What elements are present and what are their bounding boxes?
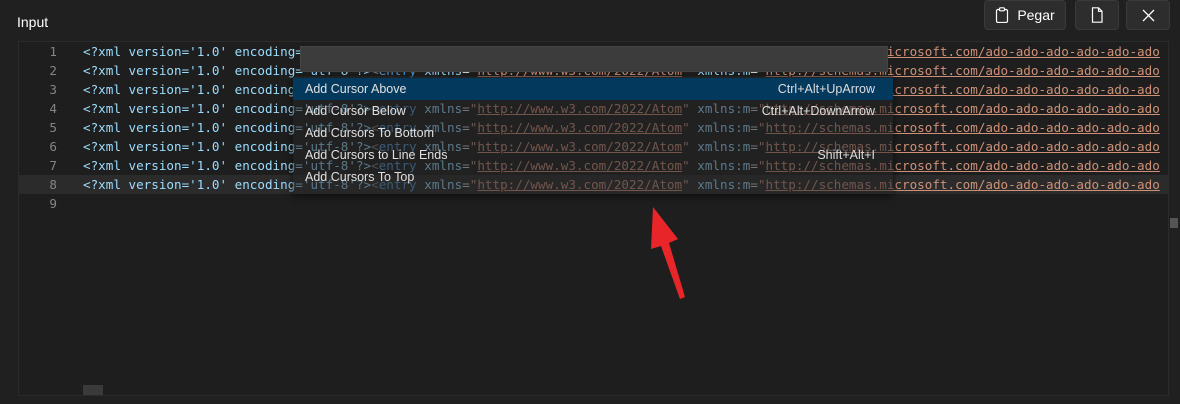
menu-item-add-cursor-above[interactable]: Add Cursor Above Ctrl+Alt+UpArrow	[293, 78, 893, 100]
file-icon	[1091, 7, 1103, 23]
horizontal-scrollbar-thumb[interactable]	[83, 385, 103, 395]
menu-item-add-cursors-to-top[interactable]: Add Cursors To Top	[293, 166, 893, 188]
menu-item-add-cursors-to-line-ends[interactable]: Add Cursors to Line Ends Shift+Alt+I	[293, 144, 893, 166]
menu-item-shortcut: Ctrl+Alt+UpArrow	[777, 82, 875, 96]
command-menu: Add Cursor Above Ctrl+Alt+UpArrow Add Cu…	[293, 76, 893, 194]
menu-item-add-cursors-to-bottom[interactable]: Add Cursors To Bottom	[293, 122, 893, 144]
menu-item-label: Add Cursors To Top	[305, 170, 415, 184]
menu-item-label: Add Cursors to Line Ends	[305, 148, 448, 162]
line-number: 4	[49, 101, 57, 116]
close-icon	[1142, 9, 1154, 21]
line-number: 5	[49, 120, 57, 135]
command-search-input[interactable]	[300, 46, 888, 72]
panel-title: Input	[17, 14, 49, 30]
menu-item-label: Add Cursor Above	[305, 82, 407, 96]
vertical-scrollbar-marker[interactable]	[1170, 218, 1178, 228]
paste-button[interactable]: Pegar	[984, 0, 1066, 30]
open-file-button[interactable]	[1075, 0, 1119, 30]
close-button[interactable]	[1126, 0, 1170, 30]
line-number: 2	[49, 63, 57, 78]
red-arrow-icon	[651, 207, 685, 299]
menu-item-label: Add Cursors To Bottom	[305, 126, 434, 140]
clipboard-icon	[996, 7, 1009, 23]
line-number: 1	[49, 44, 57, 59]
menu-item-shortcut: Ctrl+Alt+DownArrow	[761, 104, 875, 118]
line-number: 8	[49, 177, 57, 192]
paste-button-label: Pegar	[1017, 7, 1055, 23]
line-number: 6	[49, 139, 57, 154]
editor-line[interactable]: 9	[19, 194, 1168, 213]
menu-item-shortcut: Shift+Alt+I	[817, 148, 875, 162]
line-number: 9	[49, 196, 57, 211]
menu-item-add-cursor-below[interactable]: Add Cursor Below Ctrl+Alt+DownArrow	[293, 100, 893, 122]
line-number: 3	[49, 82, 57, 97]
menu-item-label: Add Cursor Below	[305, 104, 406, 118]
line-number: 7	[49, 158, 57, 173]
